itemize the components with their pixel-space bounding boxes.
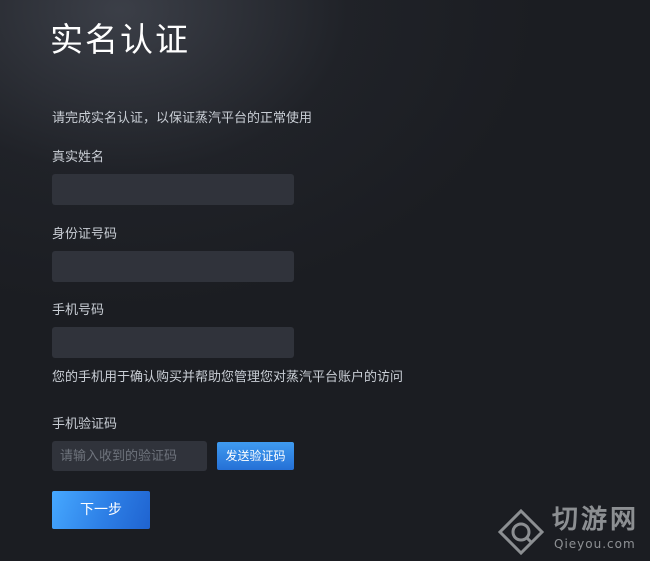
id-number-label: 身份证号码 (52, 227, 118, 242)
watermark-text: 切游网 (552, 505, 640, 535)
next-step-button[interactable]: 下一步 (52, 491, 150, 529)
watermark: 切游网 Qieyou.com (498, 503, 648, 557)
phone-label: 手机号码 (52, 303, 105, 318)
intro-text: 请完成实名认证，以保证蒸汽平台的正常使用 (52, 111, 313, 126)
watermark-subtext: Qieyou.com (554, 537, 636, 551)
send-code-button[interactable]: 发送验证码 (217, 442, 294, 470)
phone-input[interactable] (52, 327, 294, 358)
page-title: 实名认证 (50, 20, 190, 59)
real-name-verification-page: 实名认证 请完成实名认证，以保证蒸汽平台的正常使用 真实姓名 身份证号码 手机号… (0, 0, 650, 561)
qieyou-logo-icon (498, 509, 544, 555)
real-name-input[interactable] (52, 174, 294, 205)
sms-code-label: 手机验证码 (52, 417, 118, 432)
sms-code-input[interactable] (52, 441, 207, 471)
id-number-input[interactable] (52, 251, 294, 282)
phone-usage-note: 您的手机用于确认购买并帮助您管理您对蒸汽平台账户的访问 (52, 370, 404, 385)
real-name-label: 真实姓名 (52, 150, 105, 165)
